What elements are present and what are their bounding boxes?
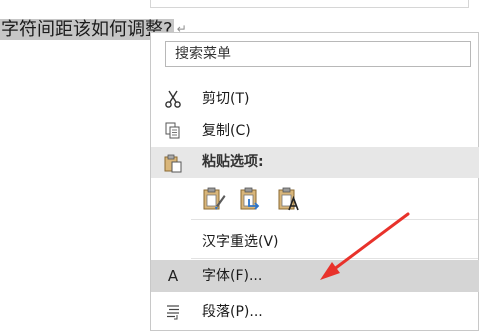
- selected-text[interactable]: 字符间距该如何调整?: [0, 19, 174, 40]
- menu-item-cut[interactable]: 剪切(T): [151, 83, 479, 115]
- font-a-icon: A: [167, 267, 179, 285]
- scissors-icon: [165, 90, 181, 108]
- reselect-hanzi-label: 汉字重选(V): [202, 234, 279, 250]
- copy-label: 复制(C): [202, 123, 251, 139]
- search-menu-input[interactable]: 搜索菜单: [165, 41, 471, 67]
- paste-options-row: [151, 178, 479, 216]
- menu-item-font[interactable]: A 字体(F)...: [151, 260, 479, 292]
- floating-toolbar-edge: [150, 0, 469, 8]
- menu-item-paragraph[interactable]: 段落(P)...: [151, 296, 479, 328]
- cut-label: 剪切(T): [202, 91, 250, 107]
- paste-merge-formatting-icon[interactable]: [239, 186, 263, 212]
- context-menu: 搜索菜单 剪切(T) 复制(C) 粘贴选项: 汉字重选(V) A 字体(F)..…: [150, 32, 479, 331]
- paragraph-icon: [167, 305, 179, 320]
- menu-separator: [191, 258, 478, 259]
- paste-keep-formatting-icon[interactable]: [202, 186, 226, 212]
- menu-item-reselect-hanzi[interactable]: 汉字重选(V): [151, 226, 479, 258]
- menu-item-copy[interactable]: 复制(C): [151, 115, 479, 147]
- paste-options-label: 粘贴选项:: [202, 154, 264, 170]
- paste-text-only-icon[interactable]: [277, 186, 301, 212]
- font-label: 字体(F)...: [202, 268, 263, 284]
- paste-options-header: 粘贴选项:: [151, 147, 479, 178]
- clipboard-icon: [164, 154, 182, 173]
- menu-separator: [191, 219, 478, 220]
- paragraph-label: 段落(P)...: [202, 304, 263, 320]
- copy-icon: [165, 122, 180, 139]
